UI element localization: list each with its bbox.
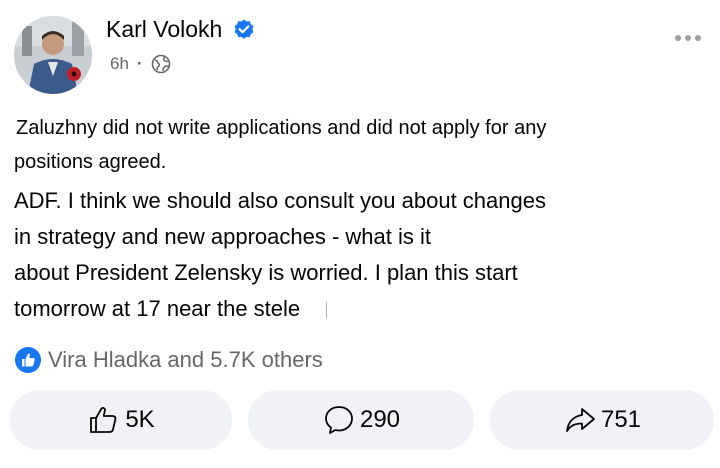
comment-count: 290 (359, 406, 401, 433)
post-meta: 6h · (110, 54, 171, 74)
like-badge-icon (15, 347, 41, 373)
reactions-text: Vira Hladka and 5.7K others (48, 347, 323, 372)
post-text-line: positions agreed. (14, 151, 167, 173)
meta-separator: · (136, 54, 143, 73)
verified-badge-icon (234, 19, 254, 39)
reactions-summary[interactable]: Vira Hladka and 5.7K others (14, 346, 323, 374)
share-button[interactable]: 751 (490, 390, 714, 450)
post-text-line: in strategy and new approaches - what is… (14, 224, 432, 249)
like-button[interactable]: 5K (10, 390, 232, 450)
post-text-line-last: tomorrow at 17 near the stele (14, 294, 328, 324)
post-header: Karl Volokh 6h · (12, 8, 708, 98)
thumbs-up-icon (90, 407, 117, 433)
globe-icon (151, 54, 170, 74)
post-text-line: ADF. I think we should also consult you … (14, 188, 546, 213)
comment-icon (325, 406, 353, 434)
post-text-line: Zaluzhny did not write applications and … (16, 117, 547, 139)
share-arrow-icon (566, 408, 595, 432)
post-time[interactable]: 6h (110, 54, 129, 74)
text-caret (326, 302, 328, 319)
avatar[interactable] (14, 16, 92, 94)
post-text: tomorrow at 17 near the stele (14, 296, 301, 321)
share-count: 751 (600, 406, 642, 433)
more-options-icon[interactable] (668, 26, 708, 50)
like-count: 5K (125, 406, 155, 433)
author: Karl Volokh (106, 16, 256, 43)
author-name[interactable]: Karl Volokh (106, 16, 222, 43)
comment-button[interactable]: 290 (248, 390, 474, 450)
action-bar: 5K 290 751 (10, 390, 714, 450)
post-text-line: about President Zelensky is worried. I p… (14, 260, 518, 285)
